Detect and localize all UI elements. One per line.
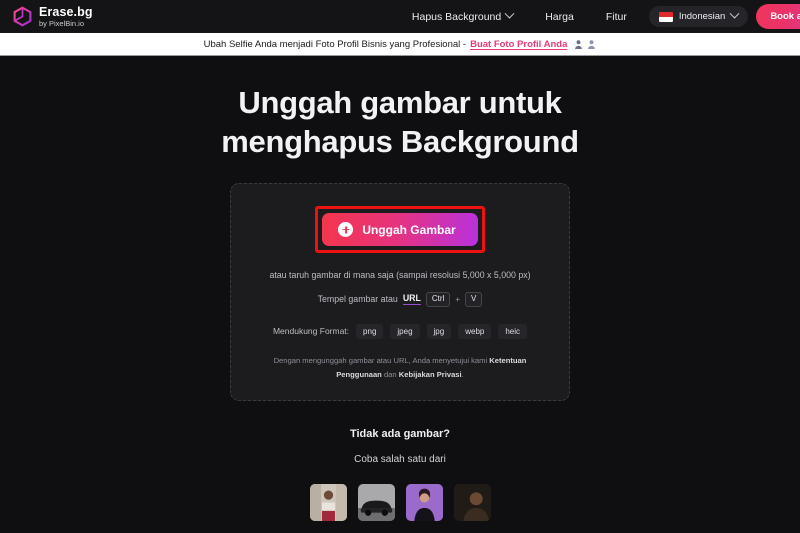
terms-period: . xyxy=(461,369,464,379)
key-ctrl: Ctrl xyxy=(425,292,451,307)
sample-thumbnail-street-portrait[interactable] xyxy=(309,483,347,521)
nav-item-hapus-background[interactable]: Hapus Background xyxy=(396,0,529,33)
terms-text: Dengan mengunggah gambar atau URL, Anda … xyxy=(270,354,530,382)
format-chip-webp: webp xyxy=(458,323,492,339)
sample-thumbnails xyxy=(309,483,491,521)
paste-url-link[interactable]: URL xyxy=(402,293,421,306)
brand-name: Erase.bg xyxy=(39,4,93,19)
samples-title: Tidak ada gambar? xyxy=(349,427,451,440)
format-chip-heic: heic xyxy=(498,323,528,339)
chevron-down-icon xyxy=(729,8,740,19)
language-selector[interactable]: Indonesian xyxy=(648,6,749,27)
terms-part-1: Dengan mengunggah gambar atau URL, Anda … xyxy=(273,355,488,365)
upload-image-button[interactable]: Unggah Gambar xyxy=(322,213,478,247)
main-content: Unggah gambar untuk menghapus Background… xyxy=(0,56,800,521)
avatar-person-icon xyxy=(575,39,583,49)
nav-label: Hapus Background xyxy=(411,10,502,23)
nav-label: Fitur xyxy=(605,10,627,23)
erasebg-cube-logo-icon xyxy=(12,6,33,27)
brand-subtitle: by PixelBin.io xyxy=(39,19,85,28)
samples-subtitle: Coba salah satu dari xyxy=(354,453,446,465)
language-label: Indonesian xyxy=(678,11,726,22)
page-root: Erase.bg by PixelBin.io Hapus Background… xyxy=(0,0,800,533)
paste-row: Tempel gambar atau URL Ctrl + V xyxy=(318,292,483,307)
main-navigation: Hapus Background Harga Fitur Indonesian … xyxy=(396,0,800,33)
brand-logo-group[interactable]: Erase.bg by PixelBin.io xyxy=(12,4,93,28)
announcement-banner: Ubah Selfie Anda menjadi Foto Profil Bis… xyxy=(0,33,800,56)
avatar-person-icon xyxy=(588,39,596,49)
format-chip-jpeg: jpeg xyxy=(390,323,420,339)
banner-avatar-icons xyxy=(574,39,596,50)
page-title-line-2: menghapus Background xyxy=(221,124,579,160)
chevron-down-icon xyxy=(504,8,515,19)
site-header: Erase.bg by PixelBin.io Hapus Background… xyxy=(0,0,800,33)
format-chip-png: png xyxy=(356,323,384,339)
page-title: Unggah gambar untuk menghapus Background xyxy=(221,83,579,161)
nav-item-harga[interactable]: Harga xyxy=(529,0,590,33)
indonesia-flag-icon xyxy=(658,11,673,22)
nav-label: Harga xyxy=(545,10,574,23)
supported-formats-row: Mendukung Format: png jpeg jpg webp heic xyxy=(272,323,528,339)
key-v: V xyxy=(465,292,483,307)
terms-conjunction: dan xyxy=(383,369,397,379)
upload-button-label: Unggah Gambar xyxy=(362,222,456,237)
sample-thumbnail-car[interactable] xyxy=(357,483,395,521)
paste-label: Tempel gambar atau xyxy=(317,294,398,305)
drop-hint-text: atau taruh gambar di mana saja (sampai r… xyxy=(269,270,531,281)
upload-dropzone[interactable]: Unggah Gambar atau taruh gambar di mana … xyxy=(230,183,570,401)
nav-item-fitur[interactable]: Fitur xyxy=(590,0,643,33)
banner-cta-link[interactable]: Buat Foto Profil Anda xyxy=(470,39,567,50)
book-a-demo-button[interactable]: Book a xyxy=(756,4,800,29)
privacy-policy-link[interactable]: Kebijakan Privasi xyxy=(399,370,462,379)
sample-thumbnail-woman-purple[interactable] xyxy=(405,483,443,521)
plus-circle-icon xyxy=(338,222,354,238)
key-plus-separator: + xyxy=(455,294,461,304)
supported-formats-label: Mendukung Format: xyxy=(272,326,350,337)
format-chip-jpg: jpg xyxy=(426,323,452,339)
banner-text: Ubah Selfie Anda menjadi Foto Profil Bis… xyxy=(203,38,467,50)
sample-thumbnail-dark-portrait[interactable] xyxy=(453,483,491,521)
upload-button-highlight: Unggah Gambar xyxy=(315,206,485,254)
page-title-line-1: Unggah gambar untuk xyxy=(238,85,562,120)
sample-images-section: Tidak ada gambar? Coba salah satu dari xyxy=(309,427,491,521)
